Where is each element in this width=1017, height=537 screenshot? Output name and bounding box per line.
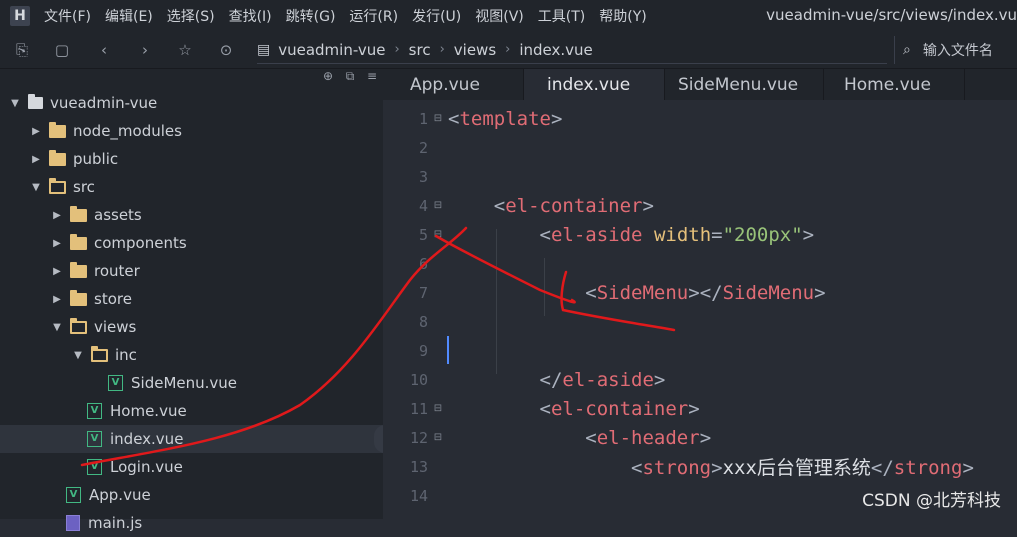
red-annotation-strokes [80,226,676,467]
annotation-stroke-line [434,234,576,304]
annotation-stroke-bracket [560,270,676,332]
annotation-stroke-arrow [80,226,468,467]
csdn-watermark: CSDN @北芳科技 [862,491,1001,511]
